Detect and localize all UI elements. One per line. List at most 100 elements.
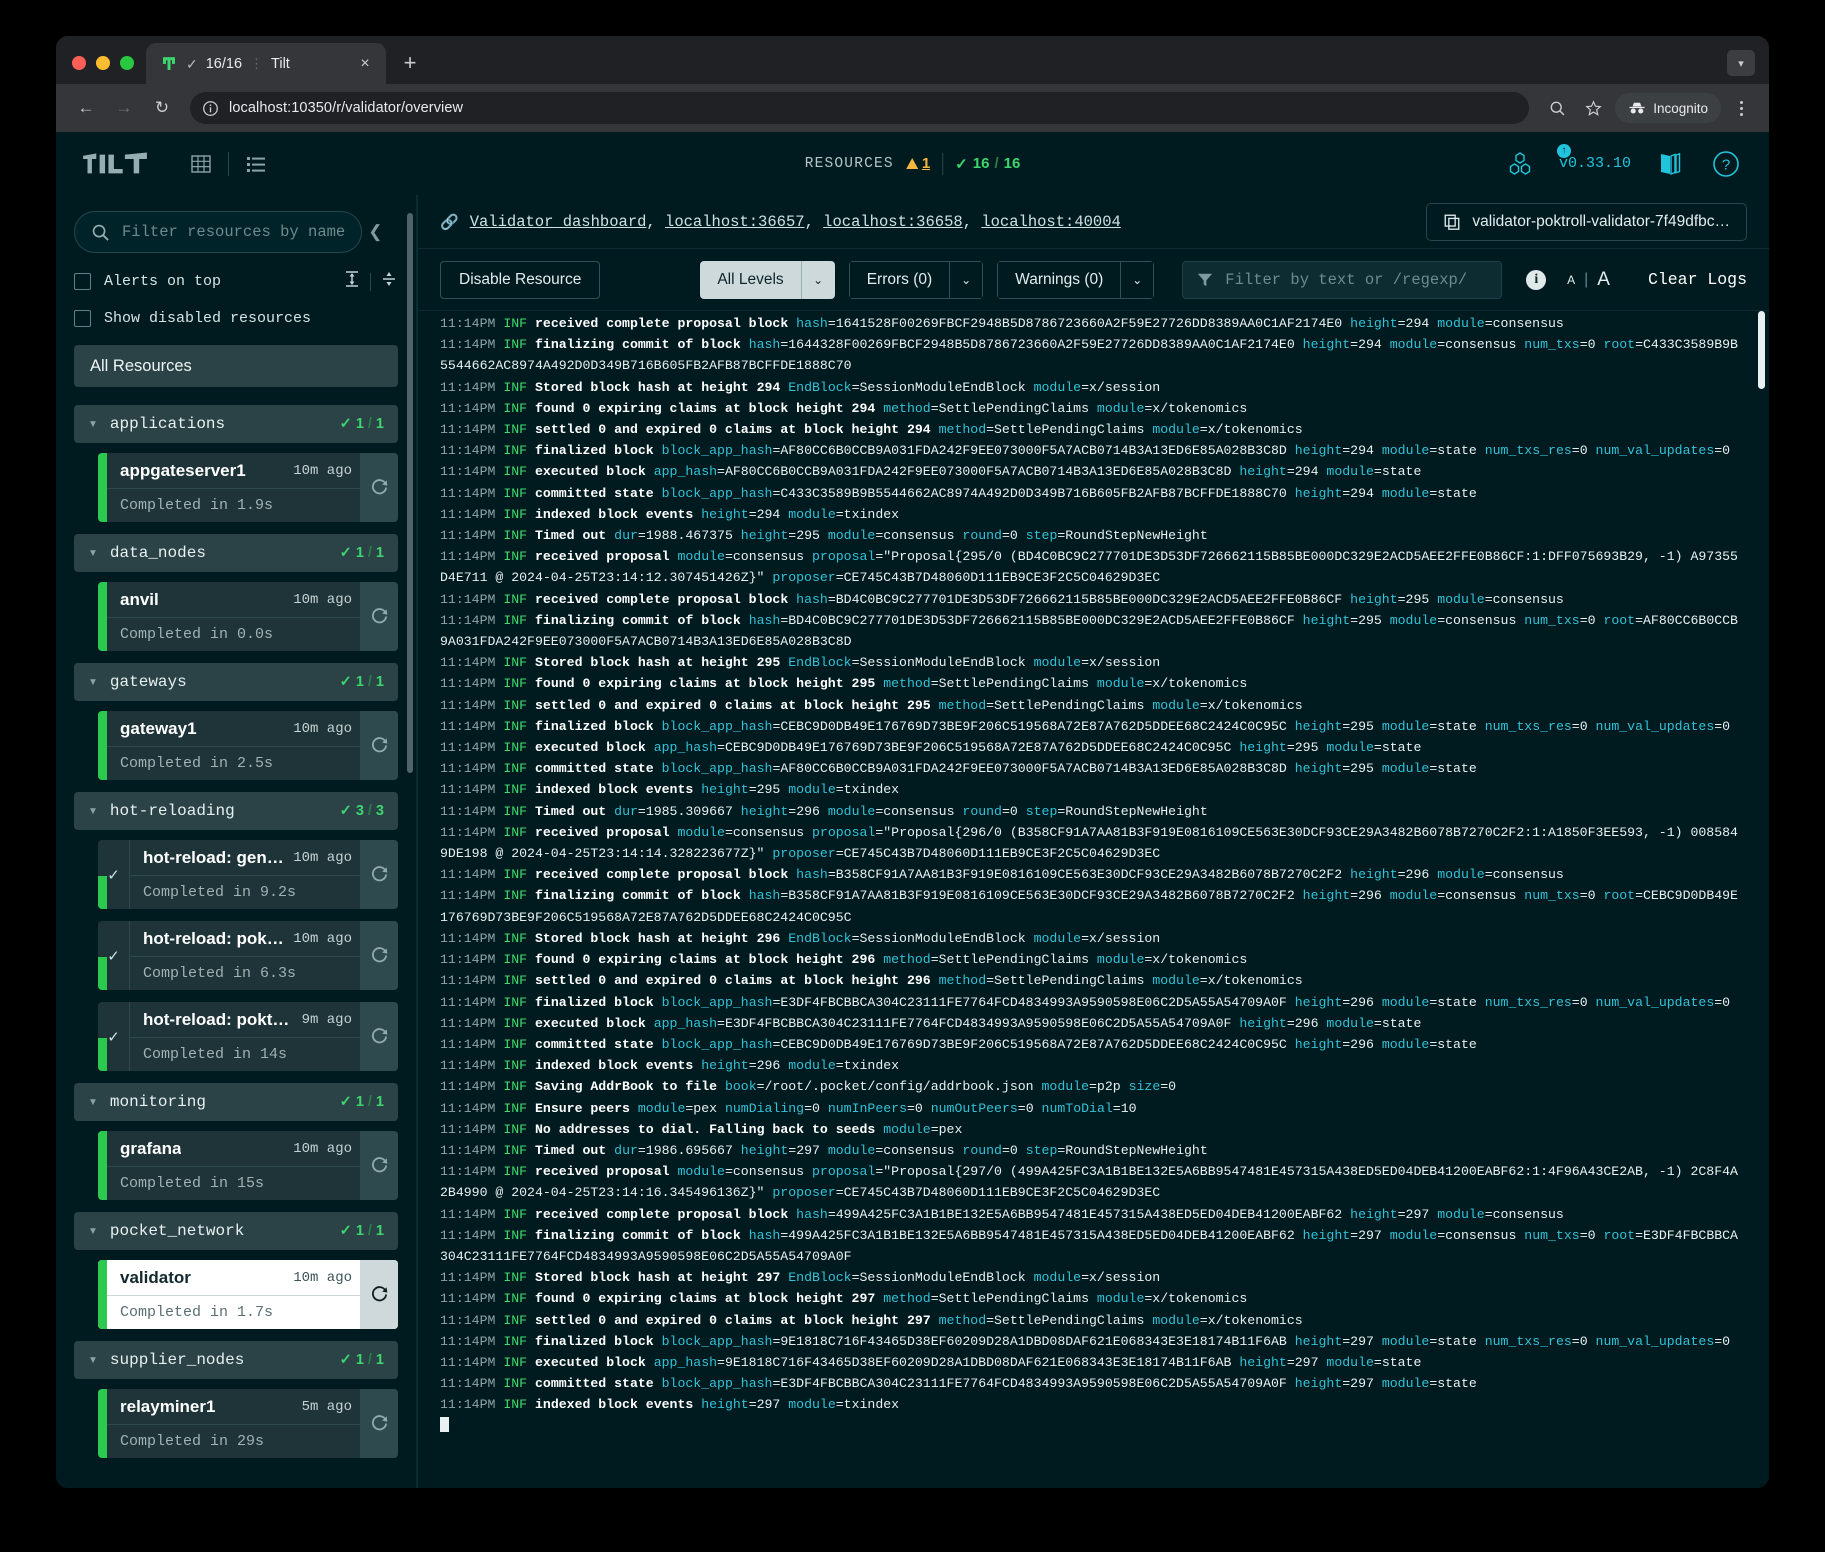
log-viewport[interactable]: 11:14PM INF received complete proposal b… — [418, 311, 1769, 1488]
pod-id-pill[interactable]: validator-poktroll-validator-7f49dfbc… — [1426, 202, 1747, 241]
trigger-update-button[interactable] — [360, 1131, 398, 1200]
maximize-window-button[interactable] — [120, 56, 134, 70]
show-disabled-row[interactable]: Show disabled resources — [74, 310, 398, 327]
endpoint-link[interactable]: localhost:40004 — [981, 213, 1121, 231]
group-health-count: ✓ 1/1 — [339, 1094, 384, 1110]
close-tab-button[interactable]: × — [354, 53, 376, 75]
sidebar-resource-item[interactable]: ✓ hot-reload: pok… 10m ago Completed in 6.3… — [98, 921, 398, 990]
decrease-font-button[interactable]: A — [1567, 273, 1575, 287]
resource-group-header[interactable]: ▼ supplier_nodes ✓ 1/1 — [74, 1341, 398, 1379]
resource-timestamp: 10m ago — [293, 1269, 352, 1286]
log-level-select[interactable]: All Levels ⌄ — [700, 260, 835, 299]
resource-group-header[interactable]: ▼ hot-reloading ✓ 3/3 — [74, 792, 398, 830]
chevron-down-icon[interactable]: ⌄ — [800, 260, 835, 299]
trigger-update-button[interactable] — [360, 840, 398, 909]
new-tab-button[interactable]: + — [394, 47, 426, 79]
resource-group-header[interactable]: ▼ monitoring ✓ 1/1 — [74, 1083, 398, 1121]
chevron-down-icon[interactable]: ▼ — [88, 806, 98, 817]
sidebar-resource-item[interactable]: gateway1 10m ago Completed in 2.5s — [98, 711, 398, 780]
close-window-button[interactable] — [72, 56, 86, 70]
chevron-down-icon[interactable]: ▼ — [88, 1226, 98, 1237]
endpoint-link[interactable]: localhost:36658 — [823, 213, 963, 231]
trigger-update-button[interactable] — [360, 711, 398, 780]
trigger-update-button[interactable] — [360, 1389, 398, 1458]
resource-filter-input[interactable]: Filter resources by name — [74, 211, 363, 253]
endpoint-link[interactable]: localhost:36657 — [665, 213, 805, 231]
check-icon: ✓ — [339, 803, 352, 819]
show-disabled-checkbox[interactable] — [74, 310, 91, 327]
errors-filter-select[interactable]: Errors (0) ⌄ — [848, 260, 984, 299]
trigger-update-button[interactable] — [360, 1260, 398, 1329]
list-view-icon[interactable] — [239, 147, 273, 181]
healthy-count-chip[interactable]: ✓ 16 / 16 — [955, 155, 1020, 173]
incognito-indicator[interactable]: Incognito — [1615, 93, 1721, 123]
grid-view-icon[interactable] — [184, 147, 218, 181]
endpoint-link[interactable]: Validator dashboard — [470, 213, 647, 231]
docs-book-icon[interactable] — [1653, 147, 1687, 181]
sort-alpha-icon[interactable] — [343, 269, 361, 294]
trigger-update-button[interactable] — [360, 921, 398, 990]
reload-button[interactable]: ↻ — [146, 92, 178, 124]
tab-list-button[interactable]: ▾ — [1727, 50, 1755, 76]
log-level: INF — [503, 655, 528, 671]
forward-button[interactable]: → — [108, 92, 140, 124]
log-message: indexed block events — [535, 782, 694, 798]
log-field-key: EndBlock — [788, 1270, 852, 1286]
sidebar-resource-item[interactable]: ✓ hot-reload: pokt… 9m ago Completed in 14s — [98, 1002, 398, 1071]
info-icon[interactable]: i — [1526, 269, 1547, 290]
chevron-down-icon[interactable]: ▼ — [88, 677, 98, 688]
sort-status-icon[interactable] — [380, 269, 398, 294]
log-field-value: =SessionModuleEndBlock — [851, 655, 1026, 671]
chevron-down-icon[interactable]: ⌄ — [949, 260, 984, 299]
chevron-down-icon[interactable]: ⌄ — [1120, 260, 1155, 299]
chevron-down-icon[interactable]: ▼ — [88, 548, 98, 559]
sidebar-resource-item[interactable]: relayminer1 5m ago Completed in 29s — [98, 1389, 398, 1458]
resource-group-header[interactable]: ▼ gateways ✓ 1/1 — [74, 663, 398, 701]
log-timestamp: 11:14PM — [440, 803, 496, 819]
trigger-update-button[interactable] — [360, 453, 398, 522]
chevron-down-icon[interactable]: ▼ — [88, 1097, 98, 1108]
log-timestamp: 11:14PM — [440, 549, 496, 565]
increase-font-button[interactable]: A — [1597, 269, 1610, 291]
sidebar-resource-item[interactable]: appgateserver1 10m ago Completed in 1.9s — [98, 453, 398, 522]
log-field-key: module — [1389, 337, 1438, 353]
info-circle-icon[interactable] — [202, 100, 219, 117]
tilt-logo-icon[interactable] — [82, 151, 148, 177]
clear-logs-button[interactable]: Clear Logs — [1648, 270, 1747, 289]
help-circle-icon[interactable]: ? — [1709, 147, 1743, 181]
trigger-update-button[interactable] — [360, 1002, 398, 1071]
chevron-down-icon[interactable]: ▼ — [88, 419, 98, 430]
resource-group-header[interactable]: ▼ data_nodes ✓ 1/1 — [74, 534, 398, 572]
resource-group-header[interactable]: ▼ applications ✓ 1/1 — [74, 405, 398, 443]
sidebar-resource-item[interactable]: grafana 10m ago Completed in 15s — [98, 1131, 398, 1200]
log-scrollbar[interactable] — [1758, 311, 1765, 389]
chevron-down-icon[interactable]: ▼ — [88, 1355, 98, 1366]
version-indicator[interactable]: ↑ v0.33.10 — [1556, 144, 1631, 172]
log-text-filter-input[interactable]: Filter by text or /regexp/ — [1182, 260, 1503, 299]
browser-menu-button[interactable] — [1727, 100, 1755, 116]
log-line: 11:14PM INF Stored block hash at height … — [440, 377, 1743, 398]
sidebar-resource-item[interactable]: ✓ hot-reload: gen… 10m ago Completed in 9.2… — [98, 840, 398, 909]
alerts-on-top-row[interactable]: Alerts on top — [74, 269, 398, 294]
sidebar-resource-item[interactable]: anvil 10m ago Completed in 0.0s — [98, 582, 398, 651]
group-total: 1 — [375, 1223, 384, 1239]
warning-count-chip[interactable]: 1 — [905, 155, 930, 172]
bookmark-star-icon[interactable] — [1577, 92, 1609, 124]
warnings-filter-select[interactable]: Warnings (0) ⌄ — [997, 260, 1155, 299]
chevron-left-icon[interactable]: ❮ — [368, 222, 382, 242]
log-timestamp: 11:14PM — [440, 973, 496, 989]
sidebar-scrollbar[interactable] — [407, 213, 413, 773]
log-field-value: =CE745C43B7D48060D111EB9CE3F2C5C04629D3E… — [835, 846, 1161, 862]
account-icon[interactable] — [1503, 147, 1537, 181]
back-button[interactable]: ← — [70, 92, 102, 124]
zoom-icon[interactable] — [1541, 92, 1573, 124]
resource-group-header[interactable]: ▼ pocket_network ✓ 1/1 — [74, 1212, 398, 1250]
browser-tab[interactable]: ✓ 16/16 ⋮ Tilt × — [146, 43, 386, 84]
minimize-window-button[interactable] — [96, 56, 110, 70]
disable-resource-button[interactable]: Disable Resource — [440, 260, 601, 299]
address-bar[interactable]: localhost:10350/r/validator/overview — [190, 92, 1530, 124]
sidebar-resource-item[interactable]: validator 10m ago Completed in 1.7s — [98, 1260, 398, 1329]
all-resources-button[interactable]: All Resources — [74, 345, 398, 387]
trigger-update-button[interactable] — [360, 582, 398, 651]
alerts-on-top-checkbox[interactable] — [74, 273, 91, 290]
